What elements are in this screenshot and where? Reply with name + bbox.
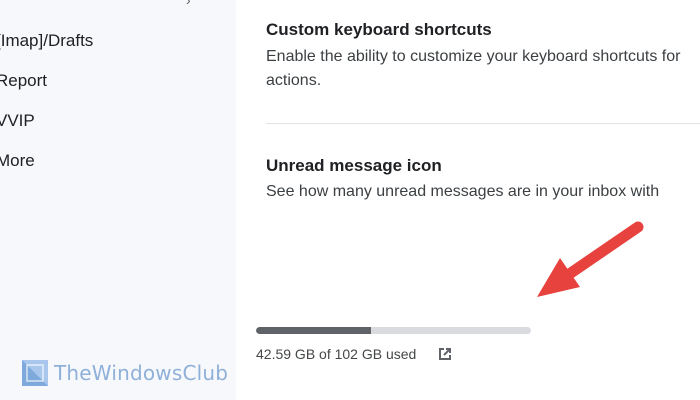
setting-description-unread-icon: See how many unread messages are in your…: [266, 183, 660, 200]
watermark-text: TheWindowsClub: [54, 361, 229, 385]
sidebar-overflow-icon: ›: [186, 0, 191, 8]
setting-title-custom-shortcuts: Custom keyboard shortcuts: [266, 20, 492, 39]
gmail-settings-window: › [Imap]/Drafts Report VVIP More Custom …: [0, 0, 700, 400]
sidebar-item-more[interactable]: More: [0, 151, 35, 171]
watermark-logo-icon: [22, 360, 48, 386]
sidebar: › [Imap]/Drafts Report VVIP More: [0, 0, 236, 400]
sidebar-item-imap-drafts[interactable]: [Imap]/Drafts: [0, 31, 93, 51]
sidebar-item-report[interactable]: Report: [0, 71, 47, 91]
storage-usage-fill: [256, 327, 371, 334]
setting-description-custom-shortcuts: Enable the ability to customize your key…: [266, 48, 681, 89]
watermark: TheWindowsClub: [22, 358, 228, 388]
annotation-arrow-icon: [537, 221, 644, 297]
storage-usage-bar: [256, 327, 531, 334]
open-in-new-icon[interactable]: [436, 345, 454, 363]
setting-title-unread-icon: Unread message icon: [266, 156, 442, 175]
sidebar-item-vvip[interactable]: VVIP: [0, 111, 35, 131]
setting-divider: [266, 123, 700, 124]
storage-usage-text: 42.59 GB of 102 GB used: [256, 346, 417, 362]
settings-panel: Custom keyboard shortcuts Enable the abi…: [236, 0, 700, 400]
